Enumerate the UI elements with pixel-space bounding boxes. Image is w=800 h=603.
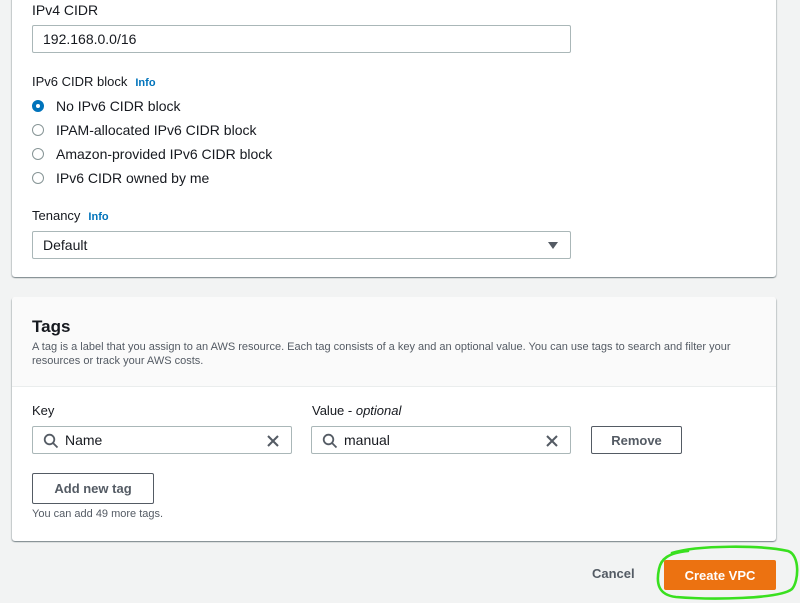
tags-panel: Tags A tag is a label that you assign to… — [12, 297, 776, 541]
tenancy-label: Tenancy Info — [32, 208, 109, 223]
tag-value-value: manual — [344, 432, 390, 448]
tags-description: A tag is a label that you assign to an A… — [32, 341, 731, 367]
add-new-tag-button[interactable]: Add new tag — [32, 473, 154, 504]
caret-down-icon — [548, 242, 558, 249]
close-icon[interactable] — [265, 433, 281, 449]
ipv6-cidr-label: IPv6 CIDR block Info — [32, 74, 156, 89]
radio-label: IPv6 CIDR owned by me — [56, 170, 210, 186]
search-icon — [322, 433, 338, 449]
divider — [12, 386, 776, 387]
tag-value-label-text: Value - — [312, 403, 356, 418]
remove-tag-button[interactable]: Remove — [591, 426, 682, 454]
tag-value-input[interactable]: manual — [311, 426, 571, 454]
radio-checked-icon — [32, 100, 44, 112]
search-icon — [43, 433, 59, 449]
ipv4-cidr-label: IPv4 CIDR — [32, 2, 99, 18]
tenancy-info-link[interactable]: Info — [88, 211, 108, 223]
tenancy-label-text: Tenancy — [32, 208, 81, 223]
radio-ipam-ipv6[interactable]: IPAM-allocated IPv6 CIDR block — [32, 121, 256, 139]
create-vpc-button[interactable]: Create VPC — [664, 560, 776, 590]
radio-label: No IPv6 CIDR block — [56, 98, 181, 114]
tags-title: Tags — [32, 317, 71, 336]
tag-key-value: Name — [65, 432, 103, 448]
radio-unchecked-icon — [32, 148, 44, 160]
radio-label: IPAM-allocated IPv6 CIDR block — [56, 122, 257, 138]
optional-text: optional — [355, 403, 402, 418]
close-icon[interactable] — [544, 433, 560, 449]
tenancy-select[interactable]: Default — [32, 231, 571, 259]
radio-unchecked-icon — [32, 172, 44, 184]
radio-owned-ipv6[interactable]: IPv6 CIDR owned by me — [32, 169, 209, 187]
ipv4-cidr-value: 192.168.0.0/16 — [43, 31, 137, 47]
cancel-button[interactable]: Cancel — [592, 566, 635, 581]
radio-unchecked-icon — [32, 124, 44, 136]
tenancy-value: Default — [43, 237, 88, 253]
ipv4-cidr-input[interactable]: 192.168.0.0/16 — [32, 25, 571, 53]
ipv6-cidr-label-text: IPv6 CIDR block — [32, 74, 128, 89]
vpc-settings-panel: IPv4 CIDR 192.168.0.0/16 IPv6 CIDR block… — [12, 0, 776, 277]
tag-key-label: Key — [32, 403, 55, 418]
tag-value-label: Value - optional — [312, 403, 401, 418]
radio-no-ipv6[interactable]: No IPv6 CIDR block — [32, 97, 180, 115]
radio-amazon-ipv6[interactable]: Amazon-provided IPv6 CIDR block — [32, 145, 272, 163]
tag-key-input[interactable]: Name — [32, 426, 292, 454]
ipv6-info-link[interactable]: Info — [135, 77, 155, 89]
tags-remaining-hint: You can add 49 more tags. — [32, 508, 164, 520]
radio-label: Amazon-provided IPv6 CIDR block — [56, 146, 273, 162]
